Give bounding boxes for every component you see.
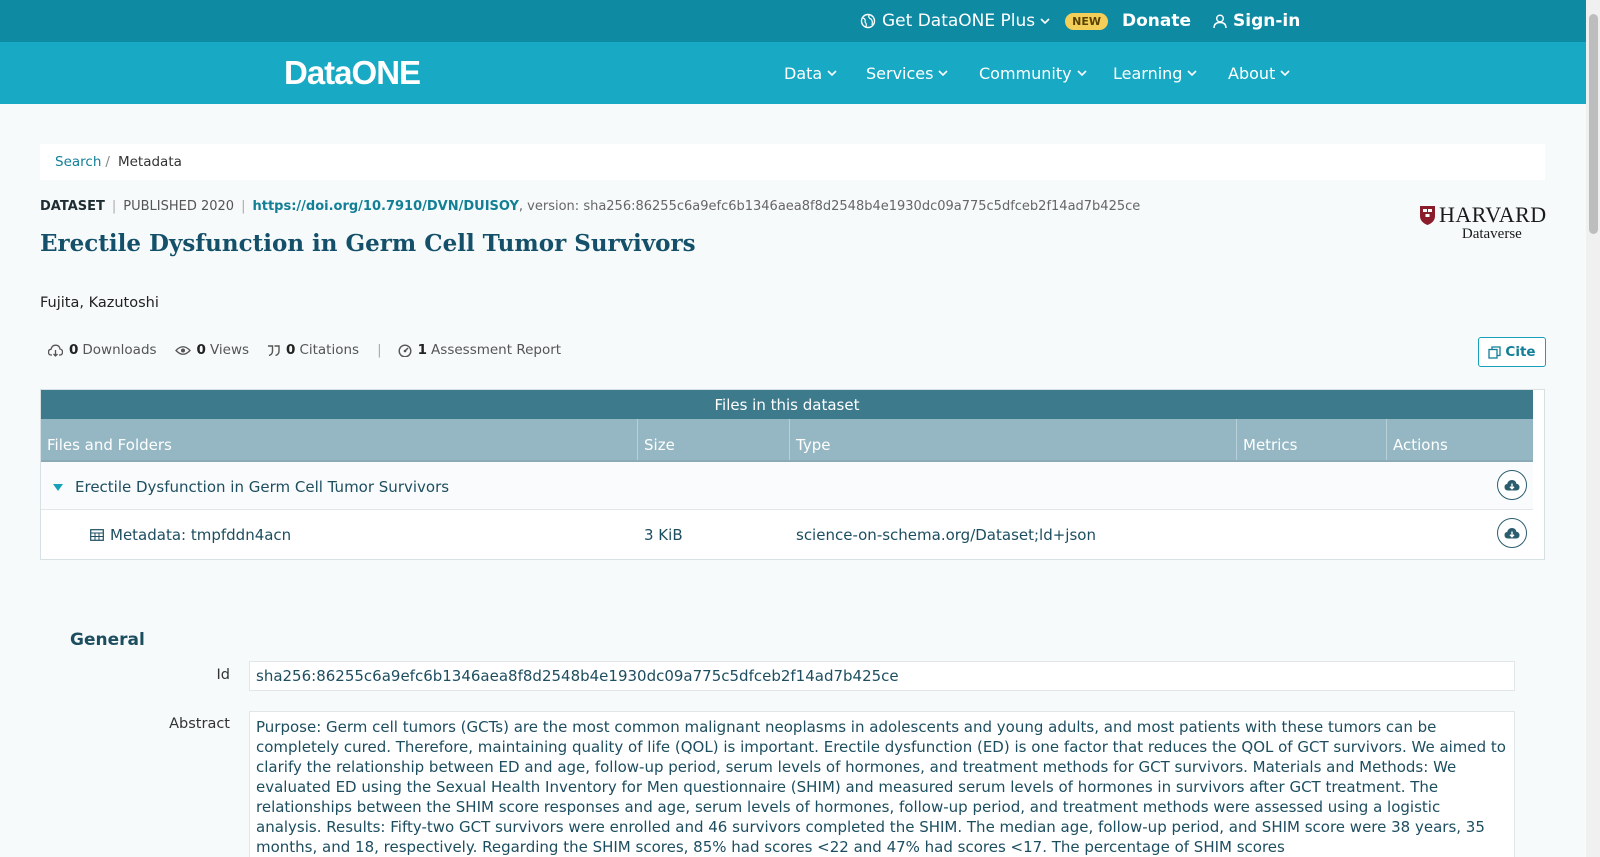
new-badge: NEW: [1065, 12, 1109, 30]
chevron-down-icon: [938, 70, 949, 77]
nav-learning-label: Learning: [1113, 63, 1183, 83]
files-table-header: Files and Folders Size Type Metrics Acti…: [41, 419, 1533, 460]
breadcrumb-separator: /: [105, 154, 110, 170]
general-section-heading: General: [70, 630, 145, 650]
dataone-logo[interactable]: DataONE: [284, 54, 421, 92]
file-name-cell[interactable]: Metadata: tmpfddn4acn: [90, 510, 291, 560]
get-dataone-plus-label: Get DataONE Plus: [882, 11, 1036, 31]
downloads-metric[interactable]: 0 Downloads: [48, 342, 157, 358]
id-label: Id: [216, 667, 230, 683]
nav-community-label: Community: [979, 63, 1072, 83]
files-table: Files in this dataset Files and Folders …: [40, 389, 1545, 560]
assessment-count: 1: [417, 342, 428, 358]
dataset-type: DATASET: [40, 199, 105, 214]
abstract-value: Purpose: Germ cell tumors (GCTs) are the…: [249, 711, 1515, 857]
logo-text: DataONE: [284, 54, 421, 91]
col-size[interactable]: Size: [638, 419, 790, 460]
repository-sub: Dataverse: [1461, 226, 1522, 242]
chevron-down-icon: [827, 70, 837, 77]
views-label: Views: [209, 342, 250, 358]
breadcrumb-search-link[interactable]: Search: [55, 154, 101, 170]
meta-divider: |: [241, 199, 246, 214]
cloud-download-icon: [1504, 527, 1520, 538]
cite-button[interactable]: Cite: [1478, 337, 1546, 367]
nav-services[interactable]: Services: [866, 42, 949, 104]
table-row: Erectile Dysfunction in Germ Cell Tumor …: [41, 460, 1533, 510]
abstract-label: Abstract: [169, 716, 230, 732]
citations-count: 0: [286, 342, 296, 358]
col-type[interactable]: Type: [790, 419, 1237, 460]
assessment-label: Assessment Report: [431, 342, 562, 358]
views-metric[interactable]: 0 Views: [174, 342, 250, 358]
folder-name[interactable]: Erectile Dysfunction in Germ Cell Tumor …: [75, 462, 449, 512]
dataset-title: Erectile Dysfunction in Germ Cell Tumor …: [40, 230, 696, 257]
breadcrumb-current: Metadata: [117, 154, 182, 170]
nav-data-label: Data: [784, 63, 823, 83]
col-metrics[interactable]: Metrics: [1237, 419, 1387, 460]
file-name: Metadata: tmpfddn4acn: [110, 526, 292, 544]
dataset-metrics: 0 Downloads 0 Views 0 Citations | 1 Asse…: [48, 342, 579, 358]
metrics-divider: |: [377, 342, 382, 358]
donate-link[interactable]: Donate: [1122, 0, 1191, 42]
nav-learning[interactable]: Learning: [1113, 42, 1198, 104]
downloads-count: 0: [69, 342, 79, 358]
breadcrumb: Search / Metadata: [40, 144, 1545, 180]
gauge-icon: [398, 344, 412, 357]
table-icon: [90, 529, 104, 541]
nav-about-label: About: [1228, 63, 1276, 83]
get-dataone-plus-menu[interactable]: Get DataONE Plus NEW: [860, 0, 1109, 42]
doi-link[interactable]: https://doi.org/10.7910/DVN/DUISOY: [252, 199, 518, 214]
col-actions[interactable]: Actions: [1387, 419, 1533, 460]
chevron-down-icon: [1040, 18, 1050, 25]
views-count: 0: [196, 342, 206, 358]
download-folder-button[interactable]: [1497, 470, 1527, 500]
table-row: Metadata: tmpfddn4acn 3 KiB science-on-s…: [41, 510, 1533, 560]
citations-label: Citations: [299, 342, 360, 358]
id-value: sha256:86255c6a9efc6b1346aea8f8d2548b4e1…: [249, 661, 1515, 691]
sign-in-link[interactable]: Sign-in: [1213, 0, 1300, 42]
nav-community[interactable]: Community: [979, 42, 1087, 104]
downloads-label: Downloads: [82, 342, 157, 358]
nav-services-label: Services: [866, 63, 934, 83]
chevron-down-icon: [1280, 70, 1290, 77]
chevron-down-icon: [1077, 70, 1087, 77]
dataset-author[interactable]: Fujita, Kazutoshi: [40, 295, 159, 311]
version-id: , version: sha256:86255c6a9efc6b1346aea8…: [518, 199, 1141, 214]
globe-icon: [860, 13, 876, 29]
user-icon: [1213, 14, 1227, 28]
page-scrollbar[interactable]: [1586, 0, 1600, 857]
assessment-metric[interactable]: 1 Assessment Report: [398, 342, 561, 358]
col-files-and-folders[interactable]: Files and Folders: [41, 419, 638, 460]
nav-about[interactable]: About: [1228, 42, 1290, 104]
files-table-title: Files in this dataset: [41, 390, 1533, 419]
file-type: science-on-schema.org/Dataset;ld+json: [796, 526, 1096, 544]
published-year: PUBLISHED 2020: [123, 199, 235, 214]
meta-divider: |: [111, 199, 117, 214]
repository-logo[interactable]: HARVARD Dataverse: [1419, 202, 1547, 243]
dataset-meta-line: DATASET | PUBLISHED 2020 | https://doi.o…: [40, 199, 1140, 214]
main-navbar: DataONE Data Services Community Learning…: [0, 42, 1586, 104]
file-size: 3 KiB: [644, 526, 683, 544]
folder-toggle[interactable]: [53, 462, 63, 512]
nav-data[interactable]: Data: [784, 42, 837, 104]
eye-icon: [174, 345, 191, 355]
top-utility-bar: Get DataONE Plus NEW Donate Sign-in: [0, 0, 1586, 42]
harvard-shield-icon: [1420, 205, 1435, 225]
download-file-button[interactable]: [1497, 518, 1527, 548]
repository-name: HARVARD: [1439, 202, 1547, 227]
scrollbar-thumb[interactable]: [1589, 14, 1598, 234]
quote-icon: [268, 344, 280, 356]
cloud-download-icon: [1504, 479, 1520, 490]
caret-down-icon: [53, 483, 63, 491]
sign-in-label: Sign-in: [1233, 11, 1301, 31]
citations-metric[interactable]: 0 Citations: [267, 342, 359, 358]
chevron-down-icon: [1187, 70, 1198, 77]
cloud-download-icon: [48, 344, 63, 357]
cite-label: Cite: [1505, 344, 1536, 360]
copy-icon: [1488, 345, 1502, 359]
